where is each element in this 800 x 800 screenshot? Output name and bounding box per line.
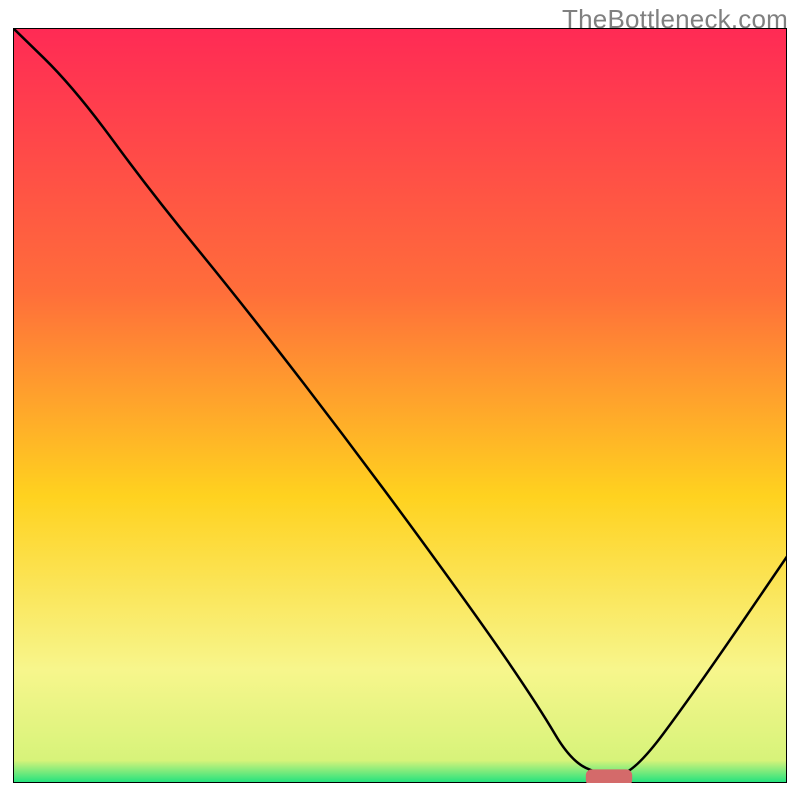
optimal-marker — [586, 769, 632, 783]
chart-svg — [13, 28, 787, 783]
plot-area — [13, 28, 787, 783]
chart-frame: TheBottleneck.com — [0, 0, 800, 800]
gradient-background — [13, 28, 787, 783]
